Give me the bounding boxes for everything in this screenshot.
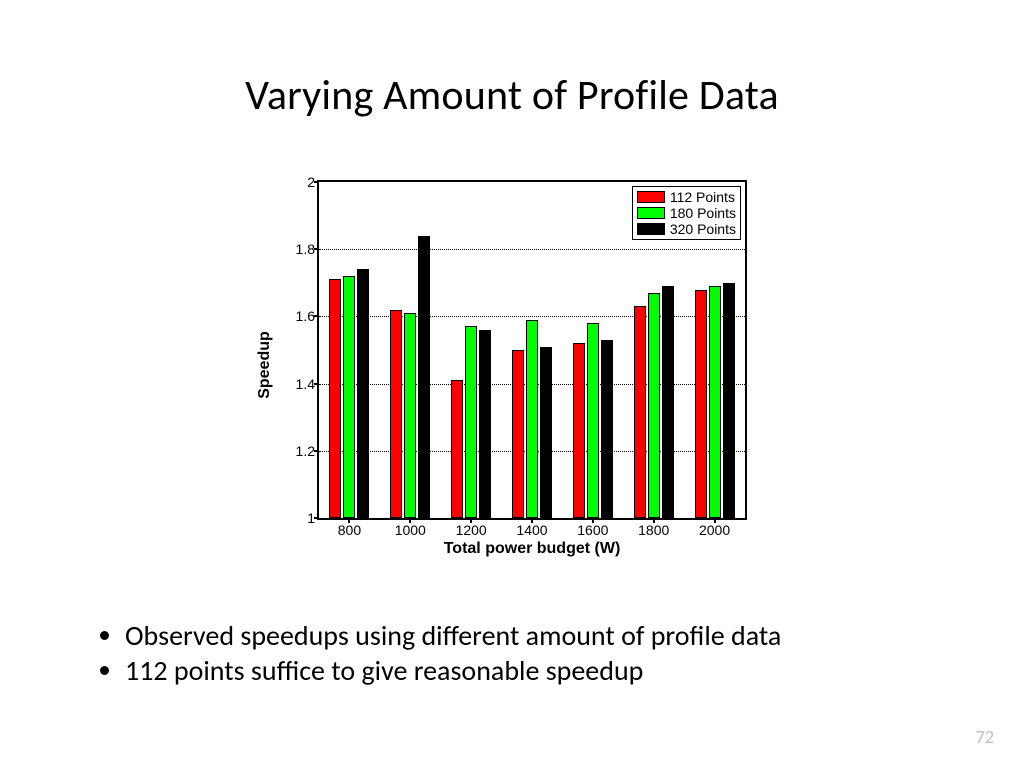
chart-bar: [573, 343, 585, 518]
bullet-item: Observed speedups using different amount…: [125, 618, 781, 653]
chart-xlabel: Total power budget (W): [317, 540, 747, 558]
bullet-item: 112 points suffice to give reasonable sp…: [125, 653, 781, 688]
chart-xtick-mark: [348, 518, 350, 523]
chart-xtick-mark: [592, 518, 594, 523]
chart-gridline: [319, 316, 745, 317]
chart-xtick-mark: [470, 518, 472, 523]
legend-label: 180 Points: [670, 205, 736, 221]
legend-item: 320 Points: [637, 221, 736, 237]
chart-bar: [709, 286, 721, 518]
chart-bar: [451, 380, 463, 518]
chart-bar: [465, 326, 477, 518]
chart-ylabel: Speedup: [256, 331, 274, 399]
chart-ytick-mark: [314, 315, 319, 317]
chart-bar: [662, 286, 674, 518]
chart-bar: [587, 323, 599, 518]
chart-bar: [357, 269, 369, 518]
chart-bar: [404, 313, 416, 518]
legend-swatch: [637, 223, 665, 235]
chart-xtick-mark: [714, 518, 716, 523]
chart-bar: [390, 310, 402, 518]
legend-item: 112 Points: [637, 189, 736, 205]
legend-swatch: [637, 191, 665, 203]
legend-swatch: [637, 207, 665, 219]
slide: Varying Amount of Profile Data Speedup 1…: [0, 0, 1024, 768]
chart-ytick-mark: [314, 517, 319, 519]
chart-gridline: [319, 249, 745, 250]
chart-ytick-mark: [314, 383, 319, 385]
legend-label: 112 Points: [670, 189, 735, 205]
chart-bar: [526, 320, 538, 518]
page-number: 72: [976, 726, 994, 748]
chart-xtick-mark: [409, 518, 411, 523]
chart-container: Speedup 112 Points180 Points320 Points 1…: [257, 170, 767, 560]
chart-plot-area: 112 Points180 Points320 Points 11.21.41.…: [317, 180, 747, 520]
chart-bar: [601, 340, 613, 518]
chart-bar: [634, 306, 646, 518]
chart-bar: [723, 283, 735, 518]
chart-bar: [418, 236, 430, 518]
chart-xtick-mark: [531, 518, 533, 523]
chart-bar: [540, 347, 552, 518]
bullet-list: Observed speedups using different amount…: [55, 618, 781, 688]
chart-legend: 112 Points180 Points320 Points: [632, 186, 741, 240]
chart-ytick-mark: [314, 181, 319, 183]
chart-bar: [329, 279, 341, 518]
chart-bar: [479, 330, 491, 518]
chart-bar: [648, 293, 660, 518]
legend-label: 320 Points: [670, 221, 736, 237]
slide-title: Varying Amount of Profile Data: [0, 70, 1024, 121]
chart-ytick-mark: [314, 450, 319, 452]
chart-bar: [695, 290, 707, 518]
chart-bar: [343, 276, 355, 518]
chart-xtick-mark: [653, 518, 655, 523]
legend-item: 180 Points: [637, 205, 736, 221]
chart-bar: [512, 350, 524, 518]
chart-ytick-mark: [314, 248, 319, 250]
